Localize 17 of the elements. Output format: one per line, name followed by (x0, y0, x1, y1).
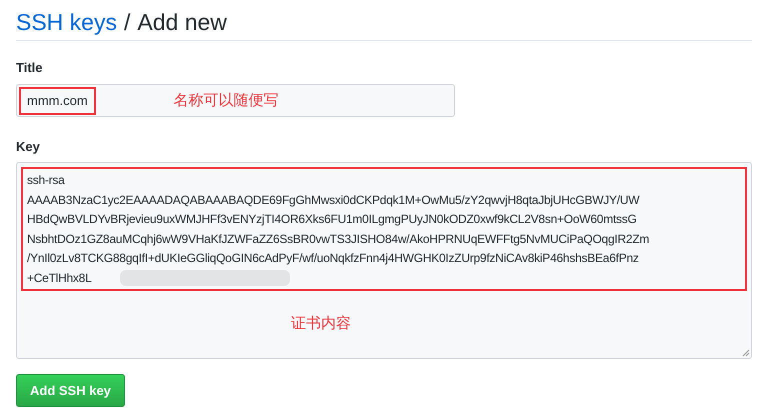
breadcrumb-link[interactable]: SSH keys (16, 9, 117, 36)
key-text-line: ssh-rsa (27, 172, 65, 189)
key-text-line: HBdQwBVLDYvBRjevieu9uxWMJHFf3vENYzjTI4OR6Xks6FU1m0ILgmgPUyJN0kODZ0xwf9kCL2V8sn+OoW60mtssG (27, 211, 637, 228)
field-label: Title (16, 60, 44, 76)
key-text-line: NsbhtDOz1GZ8auMCqhj6wW9VHaKfJZWFaZZ6SsBR0vwTS3JISHO84w/AkoHPRNUqEWFFtg5NvMUCiPaQOqgIR2Zm (27, 230, 650, 248)
key-text-line: +CeTlHhx8L (27, 270, 92, 286)
annotation-text: 名称可以随便写 (174, 91, 279, 110)
breadcrumb-separator: / (124, 9, 130, 36)
field-label: Key (16, 139, 41, 155)
key-text-line: AAAAB3NzaC1yc2EAAAADAQABAAABAQDE69FgGhMwsxi0dCKPdqk1M+OwMu5/zY2qwvjH8qtaJbjUHcGBWJY/UW (27, 192, 640, 208)
key-text-line: /YnIl0zLv8TCKG88gqIfI+dUKIeGGliqQoGIN6cAdPyF/wf/uoNqkfzFnn4j4HWGHK0IzZUrp9fzNiCAv8kiP46hshsBEa6fPnz (27, 250, 639, 267)
annotation-text: 证书内容 (291, 314, 352, 333)
page-title: Add new (137, 9, 227, 36)
title-input-field[interactable]: mmm.com 名称可以随便写 (16, 84, 455, 117)
input-value: mmm.com (19, 86, 96, 114)
resize-handle-icon[interactable] (742, 349, 750, 357)
key-textarea-field[interactable] (16, 162, 752, 359)
